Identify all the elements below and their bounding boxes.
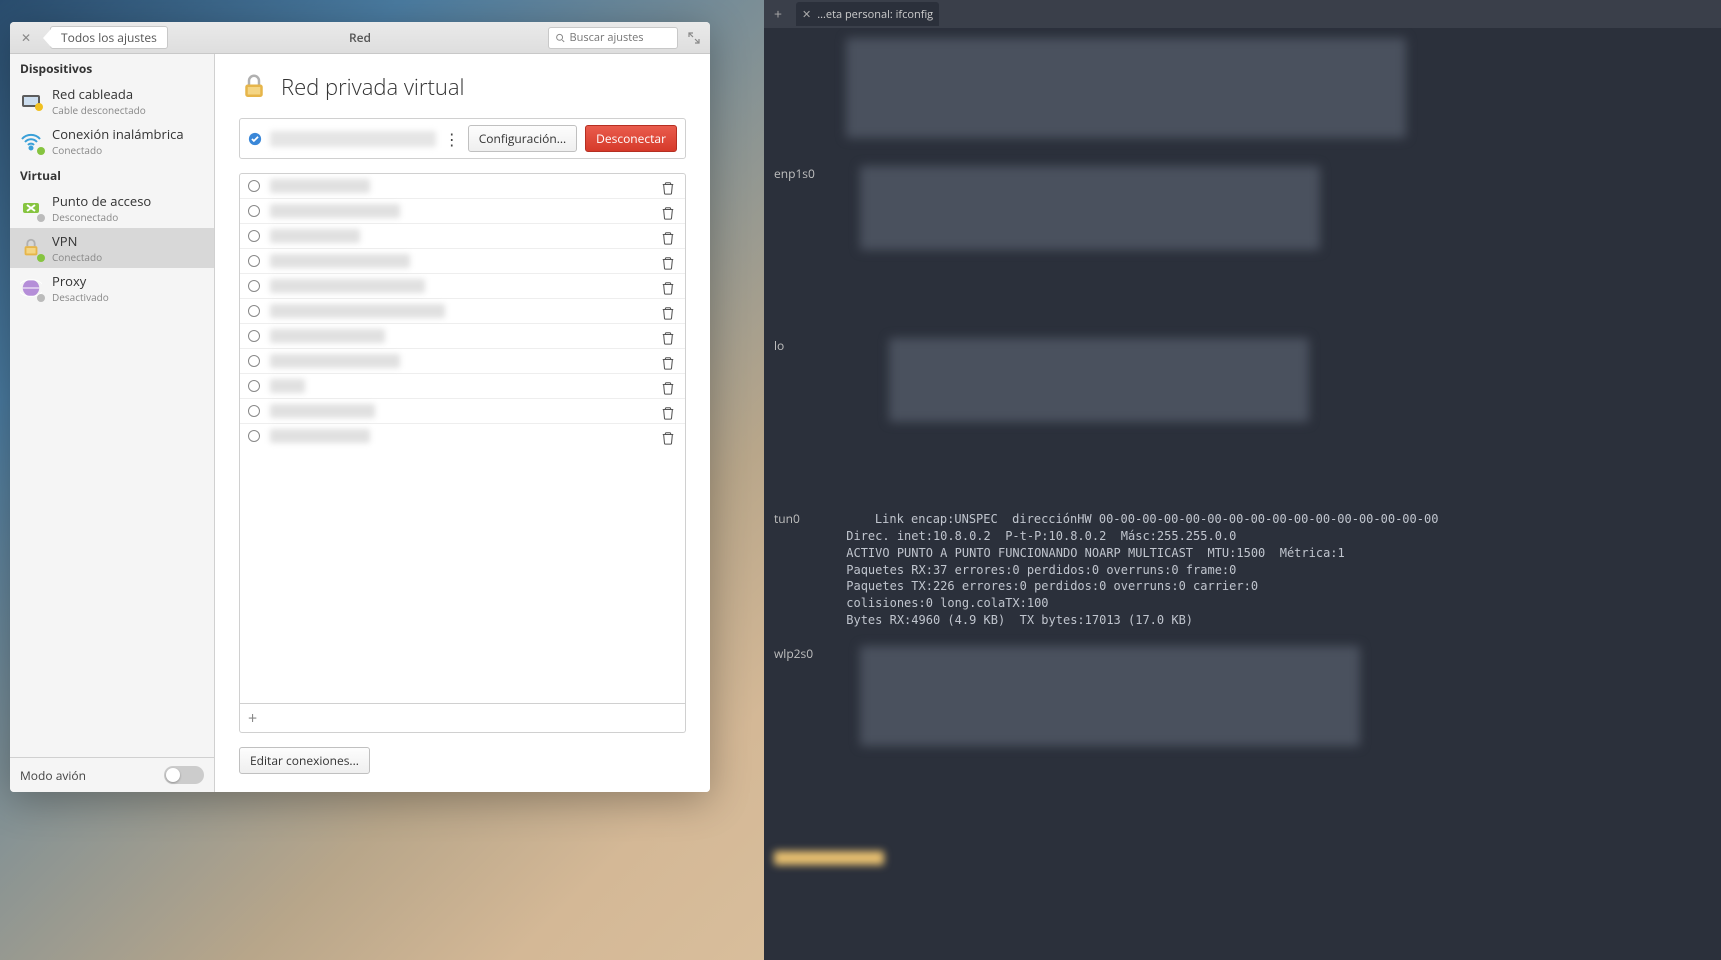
trash-icon[interactable] (661, 328, 677, 344)
sidebar-item-proxy[interactable]: Proxy Desactivado (10, 268, 214, 308)
terminal-tabbar: + ✕ ...eta personal: ifconfig (764, 0, 1721, 28)
check-icon (248, 132, 262, 146)
vpn-name (270, 229, 360, 243)
ethernet-icon (18, 88, 44, 114)
add-vpn-row[interactable]: + (239, 704, 686, 733)
connected-vpn-row: ⋮ Configuración... Desconectar (239, 118, 686, 159)
vpn-list-row[interactable] (240, 174, 685, 199)
sidebar-item-wifi[interactable]: Conexión inalámbrica Conectado (10, 121, 214, 161)
back-button[interactable]: Todos los ajustes (50, 26, 168, 49)
vpn-list-row[interactable] (240, 374, 685, 399)
vpn-name (270, 379, 305, 393)
maximize-icon[interactable] (686, 30, 702, 46)
trash-icon[interactable] (661, 403, 677, 419)
terminal-tab-title: ...eta personal: ifconfig (817, 7, 933, 22)
devices-header: Dispositivos (10, 54, 214, 81)
wifi-icon (18, 128, 44, 154)
trash-icon[interactable] (661, 253, 677, 269)
vpn-list-row[interactable] (240, 199, 685, 224)
close-icon[interactable]: ✕ (18, 30, 34, 46)
trash-icon[interactable] (661, 378, 677, 394)
radio-button[interactable] (248, 280, 260, 292)
sidebar-item-hotspot[interactable]: Punto de acceso Desconectado (10, 188, 214, 228)
titlebar: ✕ Todos los ajustes Red (10, 22, 710, 54)
search-input[interactable] (570, 30, 672, 45)
vpn-list-row[interactable] (240, 249, 685, 274)
vpn-name (270, 254, 410, 268)
terminal-output[interactable]: enp1s0 lo tun0 Link encap:UNSPEC direcci… (764, 28, 1721, 960)
lock-icon (239, 72, 269, 102)
new-tab-button[interactable]: + (768, 5, 788, 24)
sidebar: Dispositivos Red cableada Cable desconec… (10, 54, 215, 792)
radio-button[interactable] (248, 180, 260, 192)
radio-button[interactable] (248, 405, 260, 417)
terminal-tab[interactable]: ✕ ...eta personal: ifconfig (796, 2, 939, 26)
kebab-menu-icon[interactable]: ⋮ (444, 134, 460, 144)
vpn-name (270, 429, 370, 443)
virtual-header: Virtual (10, 161, 214, 188)
terminal-window: + ✕ ...eta personal: ifconfig enp1s0 lo … (764, 0, 1721, 960)
trash-icon[interactable] (661, 178, 677, 194)
radio-button[interactable] (248, 205, 260, 217)
sidebar-item-label: VPN (52, 232, 102, 250)
vpn-list-row[interactable] (240, 324, 685, 349)
sidebar-item-vpn[interactable]: VPN Conectado (10, 228, 214, 268)
hotspot-icon (18, 195, 44, 221)
trash-icon[interactable] (661, 278, 677, 294)
sidebar-item-status: Cable desconectado (52, 103, 146, 117)
lock-icon (18, 235, 44, 261)
search-icon (555, 32, 566, 44)
sidebar-item-wired[interactable]: Red cableada Cable desconectado (10, 81, 214, 121)
vpn-name (270, 304, 445, 318)
close-tab-icon[interactable]: ✕ (802, 7, 811, 22)
radio-button[interactable] (248, 230, 260, 242)
configure-button[interactable]: Configuración... (468, 125, 577, 152)
settings-window: ✕ Todos los ajustes Red Dispositivos Red… (10, 22, 710, 792)
vpn-name (270, 404, 375, 418)
radio-button[interactable] (248, 305, 260, 317)
trash-icon[interactable] (661, 203, 677, 219)
vpn-panel: Red privada virtual ⋮ Configuración... D… (215, 54, 710, 792)
sidebar-item-status: Desconectado (52, 210, 151, 224)
radio-button[interactable] (248, 430, 260, 442)
disconnect-button[interactable]: Desconectar (585, 125, 677, 152)
vpn-list-row[interactable] (240, 349, 685, 374)
radio-button[interactable] (248, 330, 260, 342)
window-title: Red (349, 29, 371, 46)
vpn-name (270, 329, 385, 343)
vpn-name (270, 204, 400, 218)
sidebar-item-status: Conectado (52, 250, 102, 264)
sidebar-item-label: Red cableada (52, 85, 146, 103)
trash-icon[interactable] (661, 353, 677, 369)
radio-button[interactable] (248, 355, 260, 367)
sidebar-item-label: Conexión inalámbrica (52, 125, 184, 143)
vpn-list-row[interactable] (240, 299, 685, 324)
connected-vpn-name (270, 131, 436, 147)
globe-icon (18, 275, 44, 301)
vpn-list-row[interactable] (240, 224, 685, 249)
trash-icon[interactable] (661, 428, 677, 444)
edit-connections-button[interactable]: Editar conexiones... (239, 747, 370, 774)
vpn-name (270, 179, 370, 193)
panel-title: Red privada virtual (281, 72, 464, 102)
vpn-name (270, 354, 400, 368)
sidebar-item-status: Conectado (52, 143, 184, 157)
vpn-list-row[interactable] (240, 424, 685, 448)
plus-icon[interactable]: + (248, 707, 257, 729)
airplane-mode-toggle[interactable] (164, 766, 204, 784)
sidebar-item-label: Proxy (52, 272, 109, 290)
search-field[interactable] (548, 27, 678, 49)
radio-button[interactable] (248, 255, 260, 267)
sidebar-item-label: Punto de acceso (52, 192, 151, 210)
airplane-mode-label: Modo avión (20, 767, 86, 784)
vpn-name (270, 279, 425, 293)
vpn-list (239, 173, 686, 704)
trash-icon[interactable] (661, 228, 677, 244)
vpn-list-row[interactable] (240, 274, 685, 299)
radio-button[interactable] (248, 380, 260, 392)
trash-icon[interactable] (661, 303, 677, 319)
sidebar-item-status: Desactivado (52, 290, 109, 304)
vpn-list-row[interactable] (240, 399, 685, 424)
